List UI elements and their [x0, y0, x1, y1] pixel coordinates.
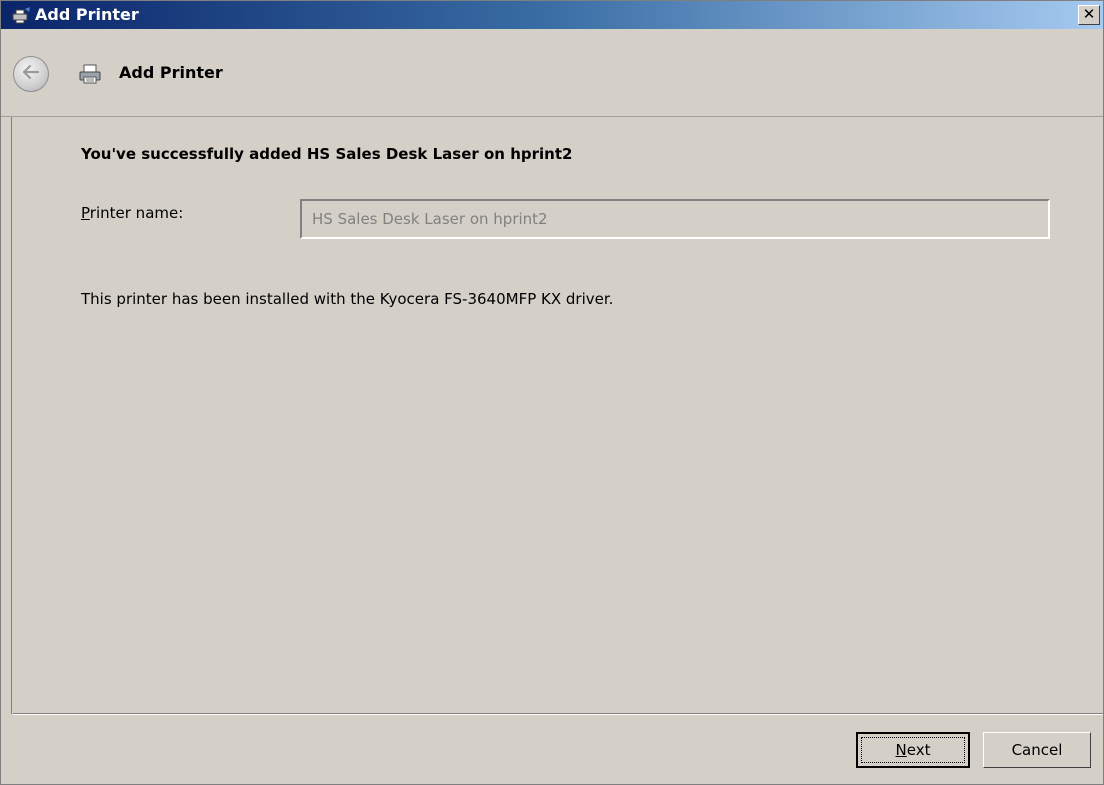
next-button-label: ext — [906, 741, 931, 759]
next-button[interactable]: Next — [856, 732, 970, 768]
printer-icon — [11, 6, 31, 24]
back-arrow-icon — [21, 64, 41, 84]
cancel-button-label: Cancel — [1011, 741, 1063, 759]
printer-icon — [78, 63, 102, 85]
driver-info-text: This printer has been installed with the… — [81, 290, 614, 308]
title-bar: Add Printer ✕ — [1, 1, 1103, 29]
add-printer-window: Add Printer ✕ Add Printer You've success… — [0, 0, 1104, 785]
printer-name-label-rest: rinter name: — [89, 204, 184, 222]
cancel-button[interactable]: Cancel — [983, 732, 1091, 768]
next-button-accel: N — [895, 741, 907, 759]
success-heading: You've successfully added HS Sales Desk … — [81, 145, 573, 163]
focus-rect: Next — [861, 737, 965, 763]
footer-separator — [13, 713, 1103, 715]
close-icon: ✕ — [1082, 5, 1096, 23]
navigation-bar: Add Printer — [1, 29, 1103, 117]
printer-name-label: Printer name: — [81, 204, 183, 222]
close-button[interactable]: ✕ — [1078, 5, 1100, 25]
content-border — [11, 117, 12, 714]
printer-name-label-accel: P — [81, 204, 90, 222]
nav-title: Add Printer — [119, 63, 223, 82]
window-title: Add Printer — [35, 5, 139, 24]
printer-name-field[interactable] — [300, 199, 1050, 239]
back-button[interactable] — [13, 56, 49, 92]
